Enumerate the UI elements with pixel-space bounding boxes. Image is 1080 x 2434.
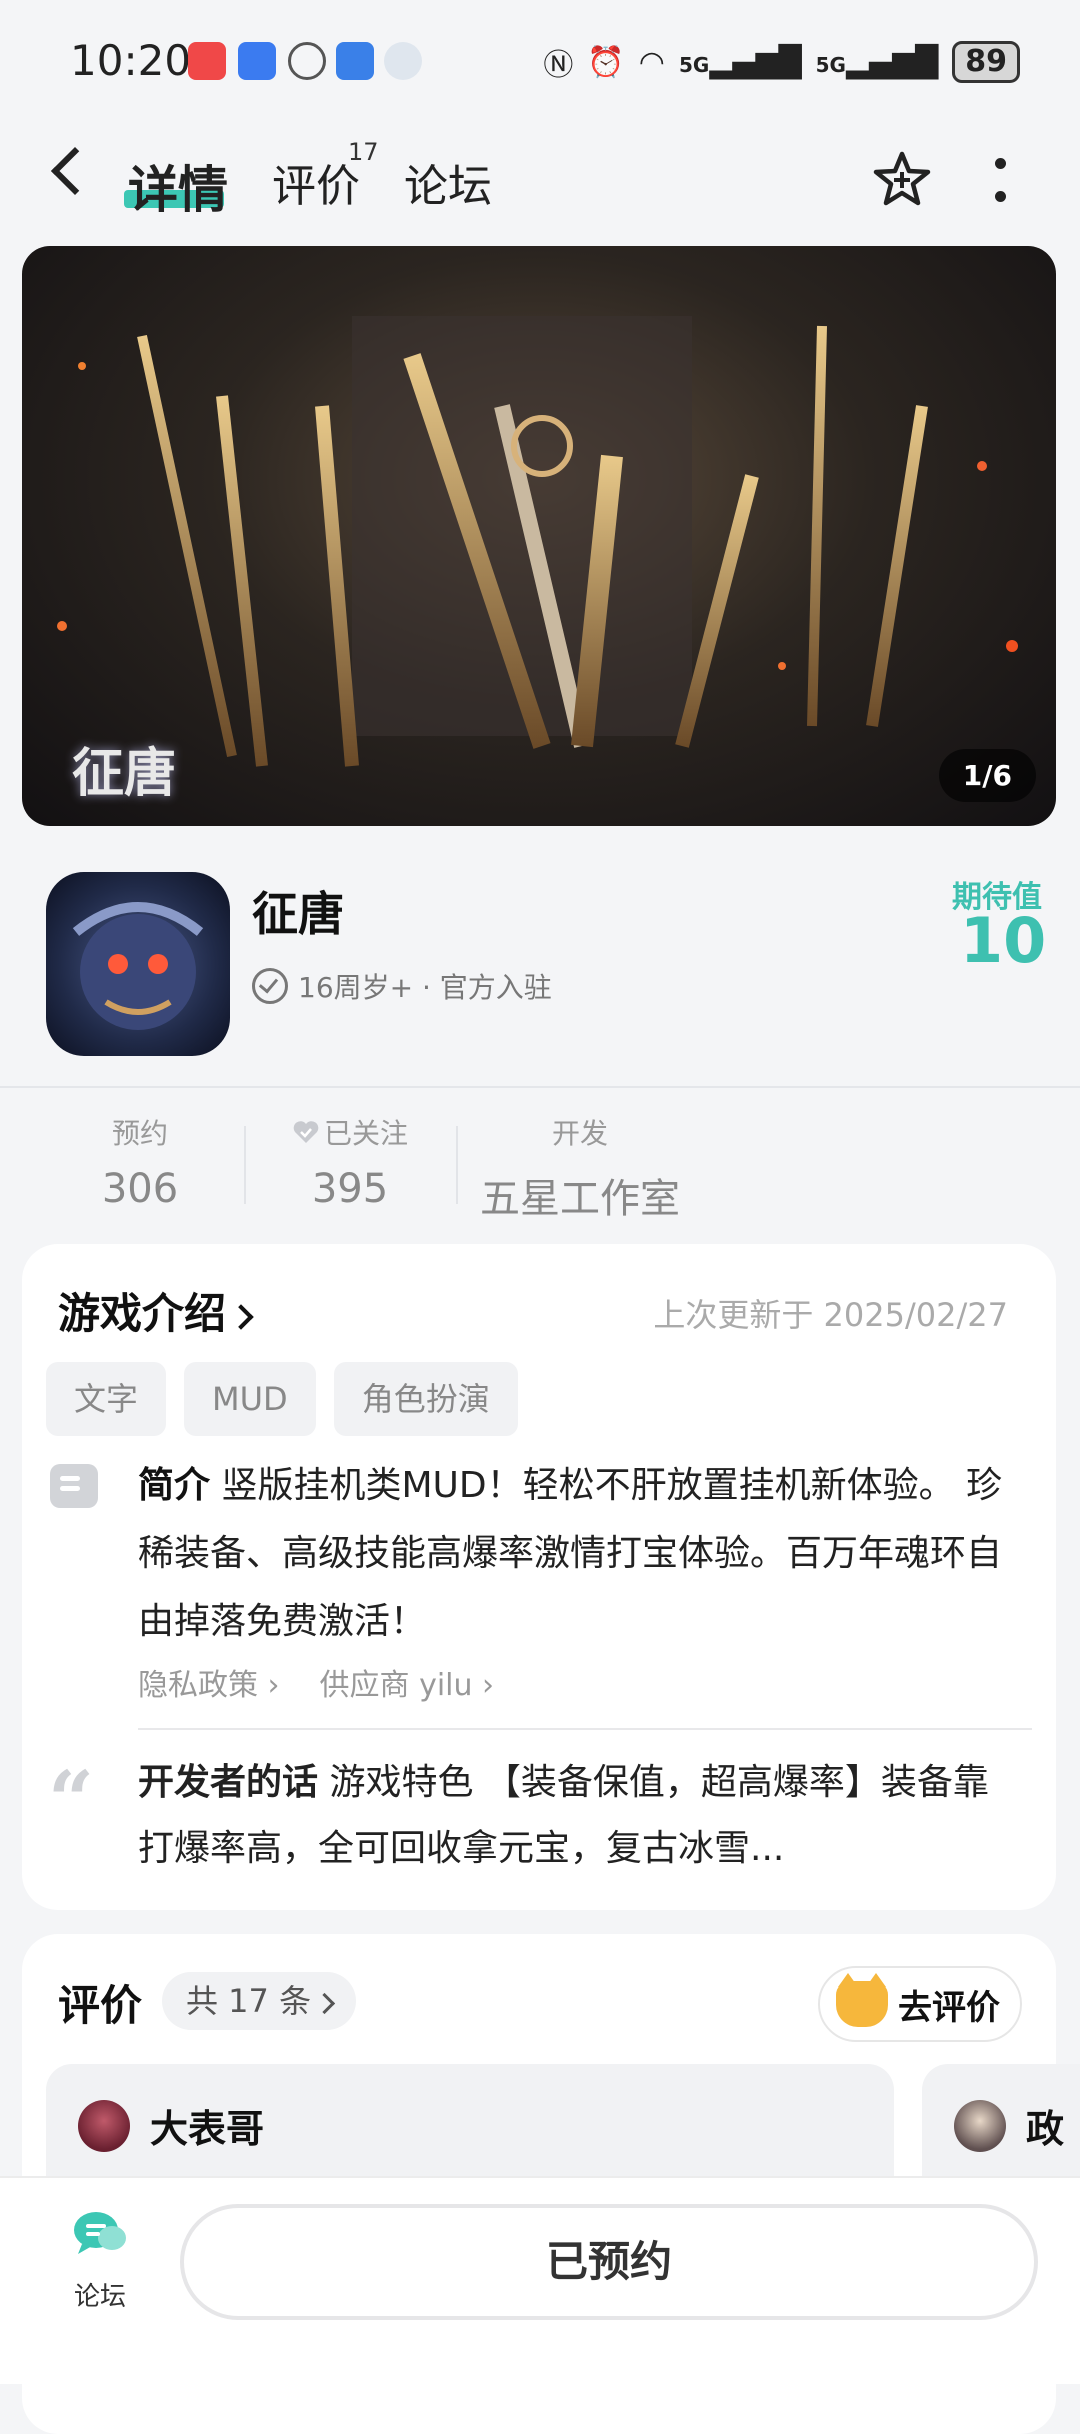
quote-icon: “ (48, 1753, 95, 1847)
divider (138, 1728, 1032, 1730)
following-label: 已关注 (323, 1117, 408, 1150)
cat-mascot-icon (836, 1973, 888, 2027)
stat-separator (456, 1126, 458, 1204)
avatar (954, 2100, 1006, 2152)
write-review-button[interactable]: 去评价 (818, 1966, 1022, 2042)
star-plus-icon[interactable] (872, 150, 932, 210)
signal-icon-1: 5G▂▄▆█ (678, 44, 802, 80)
write-review-label: 去评价 (898, 1987, 1000, 2028)
app-meta: 16周岁+ · 官方入驻 (252, 966, 552, 1006)
tag[interactable]: MUD (184, 1362, 316, 1436)
developer-notes-label: 开发者的话 (138, 1762, 319, 1803)
status-bar: 10:20 Ⓝ ⏰ ◠ 5G▂▄▆█ 5G▂▄▆█ 89 (0, 0, 1080, 120)
back-arrow-icon[interactable] (50, 146, 100, 196)
tab-forum[interactable]: 论坛 (404, 150, 492, 214)
notification-icon-4 (336, 42, 374, 80)
forum-chat-icon[interactable] (72, 2208, 128, 2258)
following-value: 395 (311, 1166, 389, 1212)
signal-icon-2: 5G▂▄▆█ (815, 44, 939, 80)
reviews-title: 评价 (58, 1981, 143, 2030)
notification-icon-5 (384, 42, 422, 80)
avatar (78, 2100, 130, 2152)
bottom-action-bar: 论坛 已预约 (0, 2176, 1080, 2384)
monkey-king-art (72, 902, 204, 1030)
reservations-value: 306 (101, 1166, 179, 1212)
carousel-pager: 1/6 (938, 749, 1036, 802)
notification-icon-1 (188, 42, 226, 80)
intro-title-link[interactable]: 游戏介绍 (58, 1280, 254, 1341)
description[interactable]: 简介 竖版挂机类MUD！轻松不肝放置挂机新体验。 珍稀装备、高级技能高爆率激情打… (138, 1452, 1018, 1656)
developer-label: 开发 (551, 1117, 608, 1150)
supplier-link[interactable]: 供应商 yilu › (320, 1660, 495, 1704)
status-time: 10:20 (70, 36, 192, 85)
following-label-row: 已关注 (280, 1112, 420, 1152)
policy-links: 隐私政策 › 供应商 yilu › (138, 1660, 494, 1704)
app-icon (46, 872, 230, 1056)
notification-icon-3 (288, 42, 326, 80)
tag[interactable]: 角色扮演 (333, 1362, 518, 1436)
forum-label[interactable]: 论坛 (74, 2276, 126, 2313)
weapons-artwork (57, 316, 1018, 767)
age-rating-official: 16周岁+ · 官方入驻 (298, 971, 552, 1004)
reviews-count-badge: 17 (348, 138, 379, 166)
stat-separator (244, 1126, 246, 1204)
stat-following[interactable]: 已关注 395 (280, 1112, 420, 1212)
reviewer-name: 政 (1026, 2107, 1065, 2151)
tab-details[interactable]: 详情 (128, 150, 228, 222)
network-type-1: 5G (678, 52, 710, 77)
notification-icon-2 (238, 42, 276, 80)
network-type-2: 5G (815, 52, 846, 77)
review-count-button[interactable]: 共 17 条 (162, 1972, 357, 2030)
nfc-icon: Ⓝ (543, 48, 574, 83)
game-logo: 征唐 (72, 743, 177, 804)
wifi-icon: ◠ (638, 44, 665, 80)
stat-reservations: 预约 306 (80, 1112, 200, 1212)
chevron-right-icon (313, 1992, 336, 2014)
game-intro-card: 游戏介绍 上次更新于 2025/02/27 文字 MUD 角色扮演 简介 竖版挂… (22, 1244, 1056, 1910)
top-nav: 详情 评价 17 论坛 (0, 120, 1080, 240)
divider (0, 1086, 1080, 1088)
more-options-icon[interactable] (994, 158, 1006, 202)
description-text: 竖版挂机类MUD！轻松不肝放置挂机新体验。 珍稀装备、高级技能高爆率激情打宝体验… (138, 1465, 1003, 1642)
heart-icon (293, 1121, 319, 1143)
chevron-right-icon (228, 1303, 254, 1330)
reserved-button[interactable]: 已预约 (180, 2204, 1038, 2320)
battery-indicator: 89 (952, 41, 1020, 83)
expectation-value: 10 (960, 904, 1047, 977)
alarm-icon: ⏰ (587, 44, 625, 80)
description-label: 简介 (138, 1465, 211, 1506)
intro-title: 游戏介绍 (58, 1289, 227, 1338)
last-updated: 上次更新于 2025/02/27 (653, 1296, 1008, 1334)
privacy-policy-link[interactable]: 隐私政策 › (138, 1660, 280, 1704)
reviewer-name: 大表哥 (150, 2107, 265, 2151)
stat-developer[interactable]: 开发 五星工作室 (480, 1112, 680, 1224)
description-icon (50, 1464, 98, 1508)
verified-check-icon (252, 968, 288, 1004)
developer-notes[interactable]: 开发者的话 游戏特色 【装备保值，超高爆率】装备靠打爆率高，全可回收拿元宝，复古… (138, 1750, 1018, 1882)
status-right: Ⓝ ⏰ ◠ 5G▂▄▆█ 5G▂▄▆█ 89 (543, 40, 1020, 84)
tab-reviews[interactable]: 评价 (272, 150, 360, 214)
tag-list: 文字 MUD 角色扮演 (46, 1362, 518, 1436)
reservations-label: 预约 (111, 1117, 168, 1150)
app-name: 征唐 (252, 887, 344, 941)
media-carousel[interactable]: 征唐 1/6 (22, 246, 1056, 826)
tag[interactable]: 文字 (46, 1362, 167, 1436)
developer-value: 五星工作室 (480, 1176, 680, 1222)
review-count: 共 17 条 (186, 1982, 312, 2020)
